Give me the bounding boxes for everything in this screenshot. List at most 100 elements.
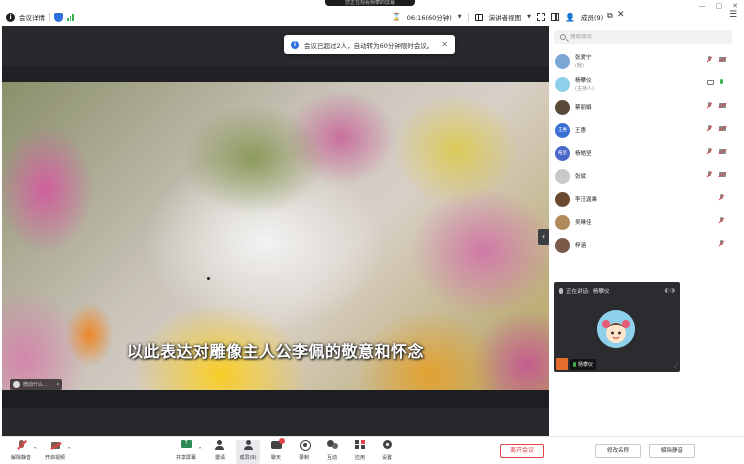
layout-icon[interactable]	[474, 13, 483, 21]
sidebar-toggle-icon[interactable]	[551, 13, 560, 21]
signal-icon[interactable]	[67, 13, 74, 21]
members-panel-title[interactable]: 成员(9)	[581, 12, 603, 22]
camera-off-icon[interactable]	[719, 103, 726, 108]
divider	[467, 12, 469, 22]
list-item[interactable]: 王惠 王惠	[549, 119, 744, 142]
hourglass-icon: ⌛	[392, 13, 401, 21]
avatar	[555, 238, 570, 253]
info-icon: i	[291, 40, 299, 49]
tile-name-label: 杨攀仪	[578, 361, 594, 368]
mic-muted-icon[interactable]	[707, 148, 712, 156]
menu-icon[interactable]: ☰	[729, 10, 737, 20]
close-icon[interactable]: ✕	[441, 40, 448, 49]
chevron-up-icon[interactable]: ^	[33, 447, 37, 453]
list-item[interactable]: 杨攀仪 (主持人)	[549, 73, 744, 96]
settings-button[interactable]: 设置	[375, 440, 399, 464]
view-mode-button[interactable]: 演讲者视图	[489, 12, 522, 22]
camera-off-icon[interactable]	[719, 172, 726, 177]
mic-muted-icon[interactable]	[719, 217, 724, 225]
share-screen-button[interactable]: 共享屏幕	[174, 439, 198, 464]
active-speaker-tile[interactable]: 正在讲话: 杨攀仪 ◐◑ 杨攀仪 ⟋	[554, 282, 680, 372]
list-item[interactable]: 张斌	[549, 165, 744, 188]
members-icon[interactable]: 👤	[565, 13, 575, 22]
chevron-down-icon[interactable]: ▼	[458, 14, 462, 20]
leave-meeting-button[interactable]: 离开会议	[500, 444, 544, 458]
list-item[interactable]: 蔡丽娟	[549, 96, 744, 119]
collapse-panel-button[interactable]: ‹	[538, 229, 549, 245]
cartoon-avatar-icon	[597, 310, 635, 348]
member-search[interactable]	[554, 30, 732, 44]
screen-share-banner[interactable]: 您正在观看杨攀的屏幕	[325, 0, 415, 6]
camera-off-icon[interactable]	[719, 126, 726, 131]
mic-muted-icon[interactable]	[719, 240, 724, 248]
rename-button[interactable]: 修改名称	[595, 444, 641, 458]
avatar	[555, 77, 570, 92]
maximize-icon[interactable]: ▢	[716, 2, 723, 10]
member-name: 梓涵	[575, 243, 587, 249]
minimize-icon[interactable]: —	[699, 2, 706, 10]
fullscreen-icon[interactable]	[537, 13, 546, 21]
speaking-name: 杨攀仪	[592, 289, 610, 295]
members-button[interactable]: 成员(9)	[236, 440, 260, 464]
shared-screen-video[interactable]: 以此表达对雕像主人公李佩的敬意和怀念 微动什么... ‹	[2, 82, 549, 390]
video-subtitle: 以此表达对雕像主人公李佩的敬意和怀念	[126, 342, 424, 361]
start-video-button[interactable]: 开启视频	[43, 440, 67, 464]
unmute-label: 解除静音	[10, 455, 31, 461]
speaker-chip-label: 微动什么...	[23, 382, 48, 388]
unmute-all-button[interactable]: 解除静音	[649, 444, 695, 458]
info-icon[interactable]: i	[6, 12, 15, 22]
close-icon[interactable]: ✕	[617, 10, 625, 20]
toast-message: 会议已超过2人，自动转为60分钟限时会议。	[304, 41, 434, 50]
search-input[interactable]	[570, 34, 720, 40]
avatar	[555, 215, 570, 230]
meeting-details-link[interactable]: 会议详情	[19, 12, 45, 22]
record-button[interactable]: 录制	[292, 440, 316, 464]
apps-button[interactable]: 应用	[348, 440, 372, 464]
mouse-cursor-icon	[207, 277, 210, 280]
chevron-left-icon[interactable]: ‹	[57, 381, 59, 388]
camera-off-icon[interactable]	[719, 57, 726, 62]
chevron-up-icon[interactable]: ^	[198, 447, 202, 453]
search-icon	[560, 34, 566, 40]
main-stage: 以此表达对雕像主人公李佩的敬意和怀念 微动什么... ‹	[2, 26, 549, 436]
list-item[interactable]: 张爱宁 (我)	[549, 50, 744, 73]
member-list: 张爱宁 (我) 杨攀仪 (主持人) 蔡丽娟 王惠 王惠 皓坚 杨皓坚 张斌 李汪…	[549, 50, 744, 257]
mic-muted-icon[interactable]	[707, 171, 712, 179]
interact-label: 互动	[326, 455, 337, 461]
chevron-up-icon[interactable]: ^	[67, 447, 71, 453]
mic-muted-icon[interactable]	[707, 102, 712, 110]
camera-off-icon[interactable]	[719, 149, 726, 154]
chat-button[interactable]: 聊天	[264, 438, 288, 464]
list-item[interactable]: 李汪迦乘	[549, 188, 744, 211]
speaker-chip[interactable]: 微动什么... ‹	[10, 379, 63, 390]
invite-button[interactable]: 邀请	[208, 440, 232, 464]
expand-icon[interactable]: ◐◑	[665, 287, 675, 294]
mic-icon	[559, 288, 563, 294]
meeting-timer[interactable]: 06:16(60分钟)	[407, 12, 452, 22]
close-window-icon[interactable]: ✕	[732, 2, 738, 10]
chevron-down-icon[interactable]: ▼	[527, 14, 531, 20]
resize-handle-icon[interactable]: ⟋	[674, 363, 678, 371]
stage-bottom-strip	[2, 390, 549, 408]
interact-button[interactable]: 互动	[320, 440, 344, 464]
mic-icon	[13, 381, 20, 388]
list-item[interactable]: 皓坚 杨皓坚	[549, 142, 744, 165]
list-item[interactable]: 梓涵	[549, 234, 744, 257]
tile-name-tag: 杨攀仪	[570, 358, 597, 370]
list-item[interactable]: 吴琳佳	[549, 211, 744, 234]
mic-muted-icon[interactable]	[707, 56, 712, 64]
tile-footer: 杨攀仪	[556, 358, 597, 370]
mic-active-icon[interactable]	[719, 79, 724, 87]
mic-muted-icon[interactable]	[719, 194, 724, 202]
chat-label: 聊天	[270, 455, 281, 461]
screen-share-icon[interactable]	[707, 80, 714, 85]
members-label: 成员(9)	[239, 455, 257, 461]
interact-icon	[326, 440, 338, 450]
shield-icon[interactable]	[54, 12, 63, 22]
unmute-button[interactable]: 解除静音	[9, 440, 33, 464]
popout-icon[interactable]: ⧉	[607, 11, 613, 21]
member-name: 杨攀仪	[575, 78, 592, 84]
bottom-toolbar: 解除静音 ^ 开启视频 ^ 共享屏幕 ^ 邀请 成员(9) 聊天 录制	[0, 436, 744, 464]
mic-muted-icon[interactable]	[707, 125, 712, 133]
speaking-indicator: 正在讲话: 杨攀仪	[559, 287, 609, 295]
